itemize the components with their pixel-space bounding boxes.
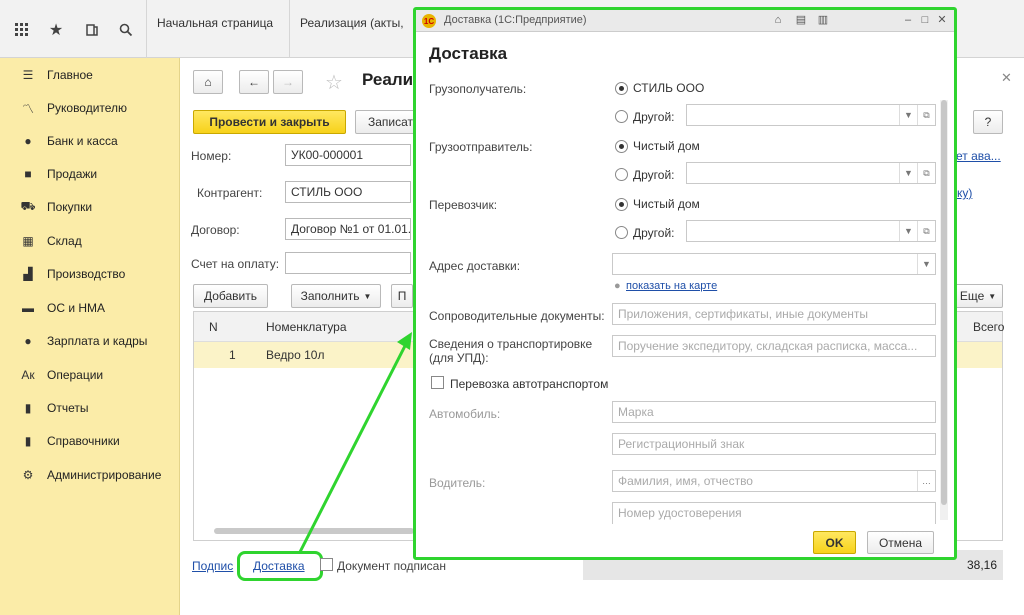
shipper-value: Чистый дом <box>633 139 700 153</box>
transport-label-2: (для УПД): <box>429 351 489 365</box>
cancel-button[interactable]: Отмена <box>867 531 934 554</box>
carrier-label: Перевозчик: <box>429 198 498 212</box>
documents-label: Сопроводительные документы: <box>429 309 605 323</box>
shipper-radio-other[interactable] <box>615 168 628 181</box>
chevron-down-icon[interactable]: ▼ <box>917 254 935 274</box>
calc-icon[interactable]: ▤ <box>794 13 808 27</box>
transport-label-1: Сведения о транспортировке <box>429 337 593 351</box>
consignee-other-label: Другой: <box>633 110 675 124</box>
dialog-window-title: Доставка (1С:Предприятие) <box>444 14 587 26</box>
carrier-value: Чистый дом <box>633 197 700 211</box>
chevron-down-icon[interactable]: ▼ <box>899 163 917 183</box>
driver-label: Водитель: <box>429 476 486 490</box>
map-pin-icon: ● <box>614 280 621 292</box>
more-dots-icon[interactable]: … <box>917 471 935 491</box>
scroll-thumb[interactable] <box>941 100 947 505</box>
open-icon[interactable]: ⧉ <box>917 163 935 183</box>
minimize-icon[interactable]: – <box>901 13 915 27</box>
delivery-dialog: 1С Доставка (1С:Предприятие) ⌂ ▤ ▥ – □ ✕… <box>413 7 957 560</box>
address-field[interactable]: ▼ <box>612 253 936 275</box>
calendar-icon[interactable]: ▥ <box>816 13 830 27</box>
dialog-heading: Доставка <box>429 44 508 63</box>
carrier-radio-other[interactable] <box>615 226 628 239</box>
consignee-label: Грузополучатель: <box>429 82 527 96</box>
consignee-other-field[interactable]: ▼ ⧉ <box>686 104 936 126</box>
carrier-radio-self[interactable] <box>615 198 628 211</box>
chevron-down-icon[interactable]: ▼ <box>899 221 917 241</box>
chevron-down-icon[interactable]: ▼ <box>899 105 917 125</box>
dialog-scrollbar[interactable] <box>940 100 948 520</box>
car-brand-field[interactable]: Марка <box>612 401 936 423</box>
maximize-icon[interactable]: □ <box>918 13 932 27</box>
address-label: Адрес доставки: <box>429 259 521 273</box>
transport-field[interactable]: Поручение экспедитору, складская расписк… <box>612 335 936 357</box>
shipper-radio-self[interactable] <box>615 140 628 153</box>
shipper-label: Грузоотправитель: <box>429 140 533 154</box>
dialog-titlebar: 1С Доставка (1С:Предприятие) ⌂ ▤ ▥ – □ ✕ <box>416 10 954 32</box>
consignee-value: СТИЛЬ ООО <box>633 81 705 95</box>
auto-transport-checkbox[interactable] <box>431 376 444 389</box>
driver-name-field[interactable]: Фамилия, имя, отчество … <box>612 470 936 492</box>
open-icon[interactable]: ⧉ <box>917 105 935 125</box>
link-icon[interactable]: ⌂ <box>771 13 785 27</box>
ok-button[interactable]: OK <box>813 531 856 554</box>
shipper-other-field[interactable]: ▼ ⧉ <box>686 162 936 184</box>
car-label: Автомобиль: <box>429 407 501 421</box>
close-icon[interactable]: ✕ <box>935 13 949 27</box>
consignee-radio-self[interactable] <box>615 82 628 95</box>
app-logo-icon: 1С <box>422 14 436 28</box>
carrier-other-field[interactable]: ▼ ⧉ <box>686 220 936 242</box>
driver-license-field[interactable]: Номер удостоверения <box>612 502 936 524</box>
shipper-other-label: Другой: <box>633 168 675 182</box>
driver-name-placeholder: Фамилия, имя, отчество <box>618 474 753 488</box>
consignee-radio-other[interactable] <box>615 110 628 123</box>
car-reg-field[interactable]: Регистрационный знак <box>612 433 936 455</box>
open-icon[interactable]: ⧉ <box>917 221 935 241</box>
show-on-map-link[interactable]: показать на карте <box>626 280 717 292</box>
carrier-other-label: Другой: <box>633 226 675 240</box>
documents-field[interactable]: Приложения, сертификаты, иные документы <box>612 303 936 325</box>
auto-transport-label: Перевозка автотранспортом <box>450 377 609 391</box>
